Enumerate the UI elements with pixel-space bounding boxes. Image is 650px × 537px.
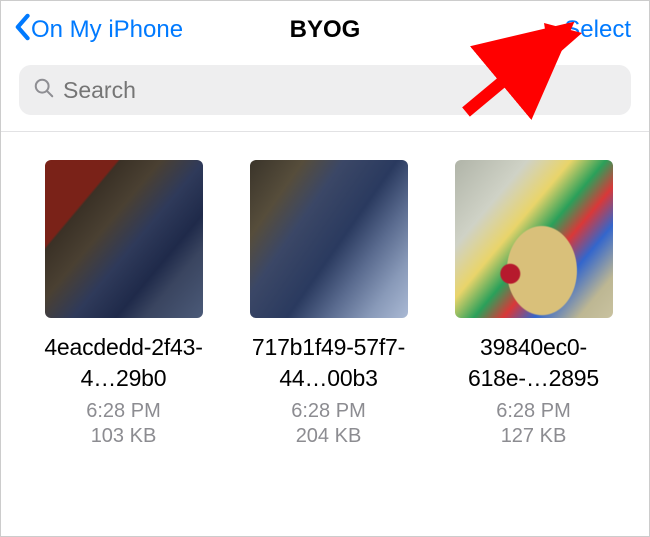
select-button[interactable]: Select bbox=[564, 16, 631, 44]
file-time: 6:28 PM bbox=[86, 400, 160, 423]
file-name: 39840ec0-618e-…2895 bbox=[441, 332, 626, 394]
navigation-header: On My iPhone BYOG Select bbox=[1, 1, 649, 57]
back-button[interactable]: On My iPhone bbox=[13, 13, 183, 48]
file-grid: 4eacdedd-2f43-4…29b0 6:28 PM 103 KB 717b… bbox=[1, 132, 649, 448]
file-thumbnail bbox=[250, 160, 408, 318]
file-thumbnail bbox=[45, 160, 203, 318]
chevron-left-icon bbox=[13, 13, 31, 48]
file-thumbnail bbox=[455, 160, 613, 318]
search-container bbox=[1, 57, 649, 129]
file-size: 103 KB bbox=[91, 425, 157, 448]
search-icon bbox=[33, 77, 55, 104]
search-bar[interactable] bbox=[19, 65, 631, 115]
back-label: On My iPhone bbox=[31, 16, 183, 44]
file-item[interactable]: 39840ec0-618e-…2895 6:28 PM 127 KB bbox=[441, 160, 626, 448]
file-name: 4eacdedd-2f43-4…29b0 bbox=[31, 332, 216, 394]
file-size: 127 KB bbox=[501, 425, 567, 448]
file-time: 6:28 PM bbox=[291, 400, 365, 423]
file-time: 6:28 PM bbox=[496, 400, 570, 423]
file-size: 204 KB bbox=[296, 425, 362, 448]
file-name: 717b1f49-57f7-44…00b3 bbox=[236, 332, 421, 394]
search-input[interactable] bbox=[63, 77, 617, 104]
file-item[interactable]: 4eacdedd-2f43-4…29b0 6:28 PM 103 KB bbox=[31, 160, 216, 448]
file-item[interactable]: 717b1f49-57f7-44…00b3 6:28 PM 204 KB bbox=[236, 160, 421, 448]
page-title: BYOG bbox=[290, 16, 361, 44]
